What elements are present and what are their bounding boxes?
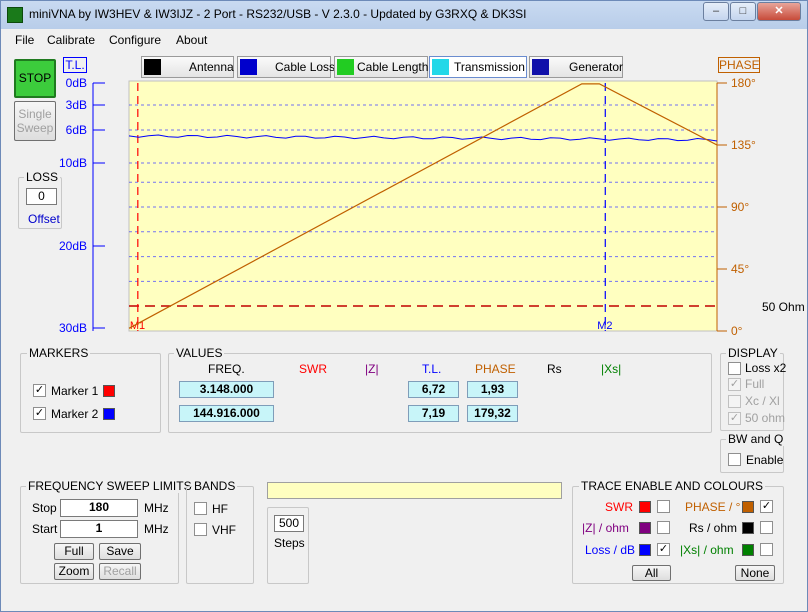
marker2-tl-value: 7,19	[408, 405, 459, 422]
vhf-checkbox[interactable]	[194, 523, 207, 536]
fifty-ohm-checkbox[interactable]: ✓	[728, 412, 741, 425]
full-label: Full	[745, 377, 765, 391]
transmission-chart: 0dB3dB6dB10dB20dB30dB180°135°90°45°0°M1 M…	[59, 76, 756, 338]
marker1-color-swatch[interactable]	[103, 385, 115, 397]
trace-z-label: |Z| / ohm	[582, 521, 629, 535]
hf-label: HF	[212, 502, 228, 516]
phase-tick-label: 180°	[731, 76, 756, 90]
display-title: DISPLAY	[726, 346, 780, 360]
phase-tick-label: 45°	[731, 262, 749, 276]
bwq-title: BW and Q	[726, 432, 786, 446]
tl-header: T.L.	[422, 362, 442, 376]
swr-header: SWR	[299, 362, 327, 376]
start-freq-unit: MHz	[144, 522, 169, 536]
tl-tick-label: 6dB	[66, 123, 87, 137]
marker2-label: Marker 2	[51, 407, 99, 421]
trace-swr-checkbox[interactable]	[657, 500, 670, 513]
trace-xs-color[interactable]	[742, 544, 754, 556]
hf-checkbox[interactable]	[194, 502, 207, 515]
trace-phase-checkbox[interactable]: ✓	[760, 500, 773, 513]
steps-input[interactable]: 500	[274, 515, 304, 532]
fifty-ohm-label: 50 ohm	[745, 411, 786, 425]
phase-tick-label: 135°	[731, 138, 756, 152]
trace-phase-label: PHASE / °	[685, 500, 741, 514]
status-bar	[267, 482, 562, 499]
tl-tick-label: 20dB	[59, 239, 87, 253]
trace-phase-color[interactable]	[742, 501, 754, 513]
trace-rs-color[interactable]	[742, 522, 754, 534]
tl-tick-label: 0dB	[66, 76, 87, 90]
trace-swr-label: SWR	[605, 500, 633, 514]
marker2-phase-value: 179,32	[467, 405, 518, 422]
loss-x2-checkbox[interactable]	[728, 362, 741, 375]
phase-tick-label: 0°	[731, 324, 743, 338]
marker-label-2: M2	[597, 320, 612, 332]
trace-rs-label: Rs / ohm	[689, 521, 738, 535]
marker1-checkbox[interactable]: ✓	[33, 384, 46, 397]
marker2-checkbox[interactable]: ✓	[33, 407, 46, 420]
trace-z-checkbox[interactable]	[657, 521, 670, 534]
trace-title: TRACE ENABLE AND COLOURS	[579, 479, 766, 493]
recall-button[interactable]: Recall	[99, 563, 141, 580]
trace-loss-color[interactable]	[639, 544, 651, 556]
start-freq-label: Start	[32, 522, 58, 536]
steps-label: Steps	[274, 536, 305, 550]
trace-xs-label: |Xs| / ohm	[680, 543, 734, 557]
bwq-enable-checkbox[interactable]	[728, 453, 741, 466]
reference-label: 50 Ohm	[762, 300, 805, 314]
trace-xs-checkbox[interactable]	[760, 543, 773, 556]
full-button[interactable]: Full	[54, 543, 94, 560]
bands-title: BANDS	[192, 479, 238, 493]
trace-all-button[interactable]: All	[632, 565, 671, 581]
xc-xl-label: Xc / Xl	[745, 394, 780, 408]
vhf-label: VHF	[212, 523, 236, 537]
tl-tick-label: 3dB	[66, 98, 87, 112]
marker2-color-swatch[interactable]	[103, 408, 115, 420]
markers-title: MARKERS	[27, 346, 91, 360]
trace-loss-label: Loss / dB	[585, 543, 636, 557]
tl-tick-label: 10dB	[59, 156, 87, 170]
full-checkbox[interactable]: ✓	[728, 378, 741, 391]
sweep-limits-title: FREQUENCY SWEEP LIMITS	[26, 479, 194, 493]
trace-none-button[interactable]: None	[735, 565, 775, 581]
freq-header: FREQ.	[208, 362, 245, 376]
xs-header: |Xs|	[601, 362, 622, 376]
stop-freq-input[interactable]: 180	[60, 499, 138, 517]
trace-swr-color[interactable]	[639, 501, 651, 513]
marker2-freq-value: 144.916.000	[179, 405, 274, 422]
trace-loss-checkbox[interactable]: ✓	[657, 543, 670, 556]
start-freq-input[interactable]: 1	[60, 520, 138, 538]
marker1-phase-value: 1,93	[467, 381, 518, 398]
marker1-freq-value: 3.148.000	[179, 381, 274, 398]
app-window: miniVNA by IW3HEV & IW3IJZ - 2 Port - RS…	[0, 0, 808, 612]
trace-z-color[interactable]	[639, 522, 651, 534]
zoom-button[interactable]: Zoom	[54, 563, 94, 580]
values-title: VALUES	[174, 346, 225, 360]
stop-freq-label: Stop	[32, 501, 57, 515]
marker1-label: Marker 1	[51, 384, 99, 398]
tl-tick-label: 30dB	[59, 321, 87, 335]
marker1-tl-value: 6,72	[408, 381, 459, 398]
stop-freq-unit: MHz	[144, 501, 169, 515]
z-header: |Z|	[365, 362, 379, 376]
phase-tick-label: 90°	[731, 200, 749, 214]
loss-x2-label: Loss x2	[745, 361, 787, 375]
phase-header: PHASE	[475, 362, 516, 376]
trace-rs-checkbox[interactable]	[760, 521, 773, 534]
rs-header: Rs	[547, 362, 562, 376]
bwq-enable-label: Enable	[746, 453, 784, 467]
plot-area	[128, 80, 718, 332]
xc-xl-checkbox[interactable]	[728, 395, 741, 408]
save-button[interactable]: Save	[99, 543, 141, 560]
